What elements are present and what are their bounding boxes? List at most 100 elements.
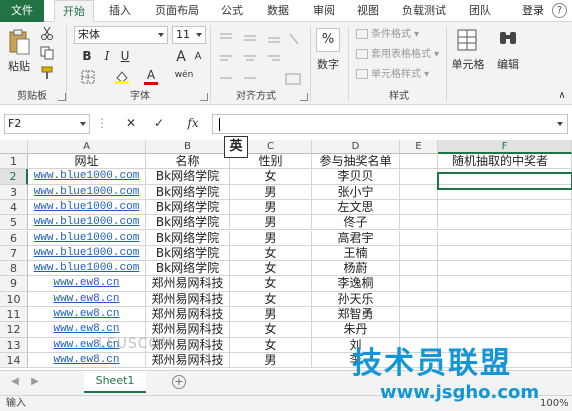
cell-d7[interactable]: 王楠	[312, 245, 400, 262]
name-box[interactable]: F2	[4, 114, 90, 134]
cell-f7[interactable]	[438, 245, 572, 262]
fill-color-icon[interactable]	[114, 70, 130, 84]
conditional-format-button[interactable]: 条件格式 ▾	[356, 26, 419, 44]
column-header-d[interactable]: D	[312, 140, 400, 154]
cell-d1[interactable]: 参与抽奖名单	[312, 154, 400, 170]
cell-b2[interactable]: Bk网络学院	[146, 169, 230, 185]
worksheet-grid[interactable]: A B C D E F 1 网址 名称 性别 参与抽奖名单 随机抽取的中奖者 2 www.bl…	[0, 140, 572, 370]
chevron-down-icon[interactable]	[557, 122, 563, 126]
bold-button[interactable]: B	[80, 49, 94, 63]
cell-e2[interactable]	[400, 169, 438, 185]
formula-input[interactable]	[212, 114, 568, 134]
cell-a1[interactable]: 网址	[28, 154, 146, 170]
cell-a3[interactable]: www.blue1000.com	[28, 184, 146, 200]
cancel-button[interactable]: ✕	[124, 116, 138, 130]
cell-a7[interactable]: www.blue1000.com	[28, 245, 146, 262]
cell-f4[interactable]	[438, 199, 572, 216]
cell-c12[interactable]: 女	[230, 322, 312, 338]
column-header-a[interactable]: A	[28, 140, 146, 154]
cell-b9[interactable]: 郑州易网科技	[146, 276, 230, 292]
tab-formulas[interactable]: 公式	[214, 0, 250, 22]
paste-icon[interactable]	[8, 28, 30, 56]
edit-label[interactable]: 编辑	[492, 56, 524, 72]
cell-e6[interactable]	[400, 230, 438, 246]
help-icon[interactable]: ?	[552, 3, 567, 18]
number-format-button[interactable]: %	[316, 28, 340, 52]
cell-e12[interactable]	[400, 322, 438, 338]
column-header-f[interactable]: F	[438, 140, 572, 154]
cell-e5[interactable]	[400, 215, 438, 231]
cell-a4[interactable]: www.blue1000.com	[28, 199, 146, 216]
row-header[interactable]: 11	[0, 307, 28, 323]
confirm-button[interactable]: ✓	[152, 116, 166, 130]
cell-f5[interactable]	[438, 215, 572, 231]
row-header[interactable]: 2	[0, 169, 28, 185]
alignment-launcher-icon[interactable]	[300, 93, 308, 101]
row-header[interactable]: 12	[0, 322, 28, 338]
cell-c4[interactable]: 男	[230, 199, 312, 216]
row-header[interactable]: 6	[0, 230, 28, 246]
column-header-b[interactable]: B	[146, 140, 230, 154]
cell-a10[interactable]: www.ew8.cn	[28, 291, 146, 307]
cell-e9[interactable]	[400, 276, 438, 292]
font-launcher-icon[interactable]	[200, 93, 208, 101]
grow-font-button[interactable]: A	[174, 49, 188, 65]
font-size-select[interactable]: 11	[172, 26, 206, 44]
cell-f9[interactable]	[438, 276, 572, 292]
cell-f11[interactable]	[438, 307, 572, 323]
cell-e1[interactable]	[400, 154, 438, 170]
cell-d11[interactable]: 郑智勇	[312, 307, 400, 323]
row-header[interactable]: 10	[0, 291, 28, 307]
cell-a6[interactable]: www.blue1000.com	[28, 230, 146, 246]
row-header[interactable]: 1	[0, 154, 28, 170]
cell-d2[interactable]: 李贝贝	[312, 169, 400, 185]
cell-d6[interactable]: 高君宇	[312, 230, 400, 246]
cell-f1[interactable]: 随机抽取的中奖者	[438, 154, 572, 170]
font-color-button[interactable]: A	[144, 68, 158, 85]
table-format-button[interactable]: 套用表格格式 ▾	[356, 46, 439, 64]
add-sheet-icon[interactable]: +	[172, 375, 186, 389]
cells-label[interactable]: 单元格	[450, 56, 486, 72]
cell-style-button[interactable]: 单元格样式 ▾	[356, 66, 429, 84]
cell-b14[interactable]: 郑州易网科技	[146, 352, 230, 369]
cell-a11[interactable]: www.ew8.cn	[28, 307, 146, 323]
cell-d5[interactable]: 佟子	[312, 215, 400, 231]
phonetic-button[interactable]: wén	[170, 70, 198, 80]
cells-icon[interactable]	[456, 28, 478, 52]
scroll-left-icon[interactable]: ◀	[10, 376, 20, 387]
collapse-ribbon-icon[interactable]: ∧	[556, 90, 568, 101]
cut-icon[interactable]	[40, 26, 54, 40]
cell-c10[interactable]: 女	[230, 291, 312, 307]
cell-c3[interactable]: 男	[230, 184, 312, 200]
cell-b4[interactable]: Bk网络学院	[146, 199, 230, 216]
row-header[interactable]: 4	[0, 199, 28, 216]
tab-insert[interactable]: 插入	[102, 0, 138, 22]
format-painter-icon[interactable]	[40, 66, 54, 80]
cell-b1[interactable]: 名称	[146, 154, 230, 170]
cell-a14[interactable]: www.ew8.cn	[28, 352, 146, 369]
cell-c2[interactable]: 女	[230, 169, 312, 185]
row-header[interactable]: 9	[0, 276, 28, 292]
tab-load-test[interactable]: 负载测试	[394, 0, 454, 22]
row-header[interactable]: 3	[0, 184, 28, 200]
cell-d4[interactable]: 左文思	[312, 199, 400, 216]
cell-d3[interactable]: 张小宁	[312, 184, 400, 200]
cell-e3[interactable]	[400, 184, 438, 200]
cell-f6[interactable]	[438, 230, 572, 246]
cell-c13[interactable]: 女	[230, 337, 312, 353]
row-header[interactable]: 5	[0, 215, 28, 231]
tab-file[interactable]: 文件	[0, 0, 44, 22]
cell-d10[interactable]: 孙天乐	[312, 291, 400, 307]
cell-b5[interactable]: Bk网络学院	[146, 215, 230, 231]
row-header[interactable]: 13	[0, 337, 28, 353]
borders-icon[interactable]	[80, 70, 96, 84]
cell-b6[interactable]: Bk网络学院	[146, 230, 230, 246]
cell-c11[interactable]: 男	[230, 307, 312, 323]
cell-c8[interactable]: 女	[230, 261, 312, 277]
tab-team[interactable]: 团队	[462, 0, 498, 22]
copy-icon[interactable]	[40, 46, 54, 60]
alignment-icons[interactable]	[218, 30, 302, 90]
login-link[interactable]: 登录	[522, 0, 544, 22]
cell-f12[interactable]	[438, 322, 572, 338]
cell-b8[interactable]: Bk网络学院	[146, 261, 230, 277]
